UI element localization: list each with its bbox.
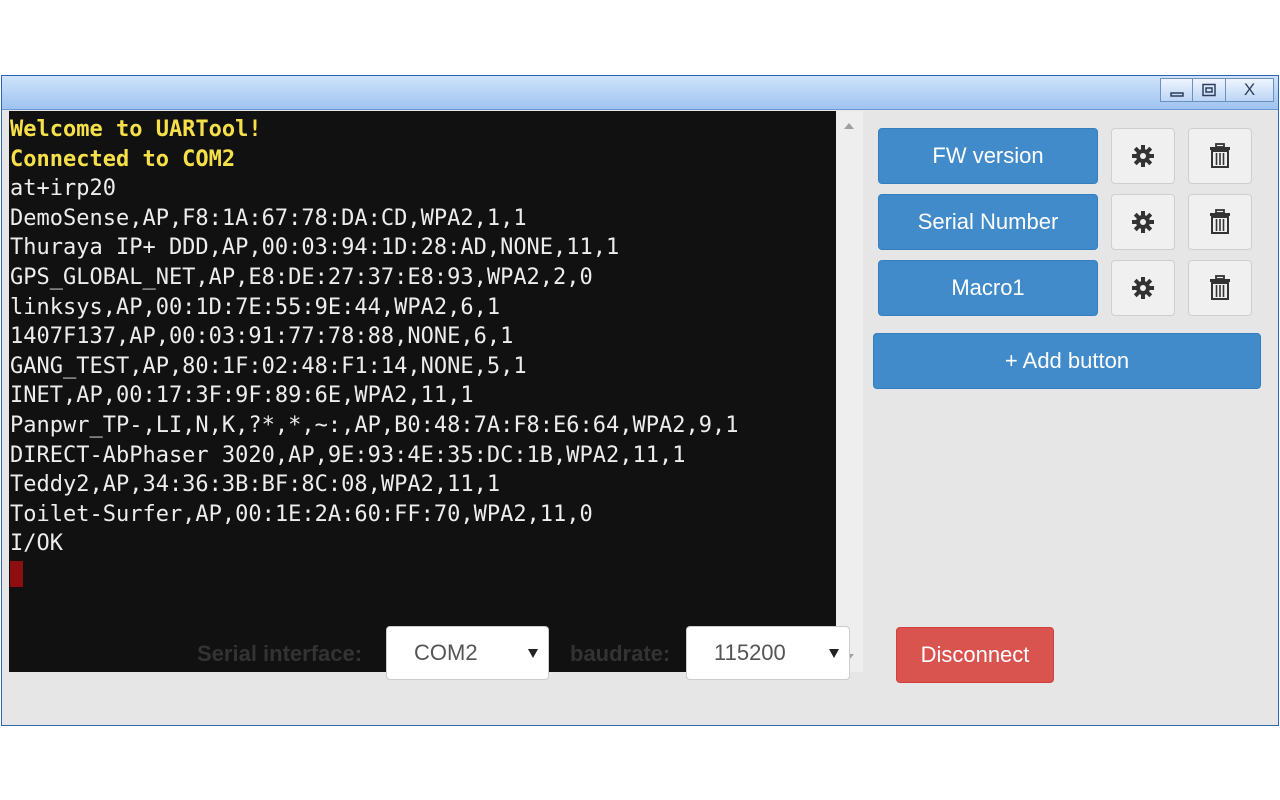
gear-icon: [1132, 211, 1154, 233]
terminal-line: linksys,AP,00:1D:7E:55:9E:44,WPA2,6,1: [10, 294, 501, 320]
terminal-cursor-line: [10, 559, 836, 589]
trash-icon: [1210, 275, 1230, 300]
terminal-line: GANG_TEST,AP,80:1F:02:48:F1:14,NONE,5,1: [10, 353, 527, 379]
minimize-button[interactable]: [1160, 78, 1193, 102]
minimize-icon: [1169, 92, 1184, 97]
chevron-down-icon: [829, 649, 839, 658]
maximize-button[interactable]: [1193, 78, 1226, 102]
terminal-line: DemoSense,AP,F8:1A:67:78:DA:CD,WPA2,1,1: [10, 205, 527, 231]
macro-button-macro1[interactable]: Macro1: [878, 260, 1098, 316]
macro-button-fw-version[interactable]: FW version: [878, 128, 1098, 184]
macro-delete-button[interactable]: [1188, 260, 1252, 316]
baudrate-select[interactable]: 115200: [686, 626, 850, 680]
connection-bar: Serial interface: COM2 baudrate: 115200 …: [0, 626, 1278, 684]
serial-interface-value: COM2: [414, 640, 478, 665]
chevron-down-icon: [528, 649, 538, 658]
serial-interface-label: Serial interface:: [197, 641, 363, 666]
terminal-line: Welcome to UARTool!: [10, 117, 262, 142]
baudrate-value: 115200: [714, 640, 786, 665]
terminal-line: Teddy2,AP,34:36:3B:BF:8C:08,WPA2,11,1: [10, 472, 501, 498]
macro-settings-button[interactable]: [1111, 260, 1175, 316]
terminal-line: Thuraya IP+ DDD,AP,00:03:94:1D:28:AD,NON…: [10, 235, 620, 261]
macro-delete-button[interactable]: [1188, 194, 1252, 250]
macro-row: Macro1: [878, 260, 1252, 316]
macro-button-serial-number[interactable]: Serial Number: [878, 194, 1098, 250]
macro-row: Serial Number: [878, 194, 1252, 250]
window-controls: X: [1160, 78, 1274, 102]
terminal-line: at+irp20: [10, 176, 116, 202]
trash-icon: [1210, 209, 1230, 234]
terminal-scrollbar[interactable]: [836, 111, 863, 672]
title-bar[interactable]: X: [2, 76, 1278, 110]
gear-icon: [1132, 277, 1154, 299]
macro-settings-button[interactable]: [1111, 128, 1175, 184]
scroll-up-arrow-icon[interactable]: [844, 123, 854, 129]
terminal-line: INET,AP,00:17:3F:9F:89:6E,WPA2,11,1: [10, 383, 474, 409]
macro-delete-button[interactable]: [1188, 128, 1252, 184]
terminal-line: Panpwr_TP-,LI,N,K,?*,*,~:,AP,B0:48:7A:F8…: [10, 412, 739, 438]
serial-interface-select[interactable]: COM2: [386, 626, 549, 680]
terminal-line: Toilet-Surfer,AP,00:1E:2A:60:FF:70,WPA2,…: [10, 501, 593, 527]
terminal-line: 1407F137,AP,00:03:91:77:78:88,NONE,6,1: [10, 324, 514, 350]
terminal-line: Connected to COM2: [10, 146, 236, 172]
close-icon: X: [1243, 80, 1256, 99]
terminal-line: I/OK: [10, 531, 63, 557]
trash-icon: [1210, 143, 1230, 168]
macro-settings-button[interactable]: [1111, 194, 1175, 250]
terminal-line: DIRECT-AbPhaser 3020,AP,9E:93:4E:35:DC:1…: [10, 442, 686, 468]
close-button[interactable]: X: [1226, 78, 1274, 102]
terminal-cursor: [10, 560, 23, 587]
add-button[interactable]: + Add button: [873, 333, 1261, 389]
terminal-line: GPS_GLOBAL_NET,AP,E8:DE:27:37:E8:93,WPA2…: [10, 264, 593, 290]
gear-icon: [1132, 145, 1154, 167]
disconnect-button[interactable]: Disconnect: [896, 627, 1054, 683]
terminal-output[interactable]: Welcome to UARTool! Connected to COM2 at+i…: [9, 111, 836, 672]
baudrate-label: baudrate:: [570, 641, 671, 666]
maximize-icon: [1202, 83, 1216, 97]
macro-row: FW version: [878, 128, 1252, 184]
